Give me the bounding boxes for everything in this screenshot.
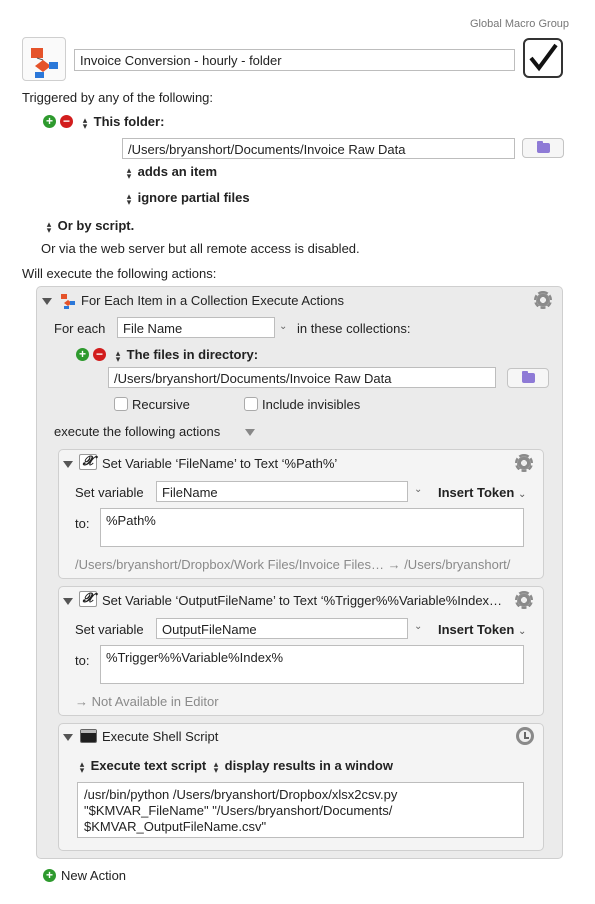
- output-mode-selector[interactable]: ▴ ▾ display results in a window: [211, 758, 393, 775]
- for-each-variable-field[interactable]: File Name: [117, 317, 275, 338]
- execute-shell-script-action: Execute Shell Script ▴ ▾ Execute text scr…: [58, 723, 544, 851]
- execute-actions-label: execute the following actions: [54, 424, 221, 439]
- set-variable-action-2: 𝓧 Set Variable ‘OutputFileName’ to Text …: [58, 586, 544, 716]
- gear-icon[interactable]: [515, 591, 533, 609]
- script-text-area[interactable]: /usr/bin/python /Users/bryanshort/Dropbo…: [77, 782, 524, 838]
- variable-name-field[interactable]: FileName: [156, 481, 408, 502]
- set-variable-2-title: Set Variable ‘OutputFileName’ to Text ‘%…: [102, 593, 503, 608]
- variable-x-icon: 𝓧: [79, 591, 97, 607]
- macro-name-field[interactable]: Invoice Conversion - hourly - folder: [74, 49, 515, 71]
- for-each-title: For Each Item in a Collection Execute Ac…: [81, 293, 345, 308]
- collapse-triangle-icon[interactable]: [245, 429, 255, 436]
- chevron-down-icon[interactable]: ⌄: [279, 321, 287, 332]
- include-invisibles-checkbox[interactable]: [244, 397, 258, 411]
- chevron-down-icon: ⌄: [517, 626, 527, 637]
- to-label: to:: [75, 516, 90, 531]
- variable-name-field[interactable]: OutputFileName: [156, 618, 408, 639]
- to-label: to:: [75, 653, 90, 668]
- set-variable-1-title: Set Variable ‘FileName’ to Text ‘%Path%’: [102, 456, 338, 471]
- variable-x-icon: 𝓧: [79, 454, 97, 470]
- chevron-down-icon: ⌄: [517, 489, 527, 500]
- chevron-down-icon[interactable]: ⌄: [414, 621, 422, 632]
- chevron-down-icon[interactable]: ⌄: [414, 484, 422, 495]
- updown-chevron-icon: ▴ ▾: [46, 218, 52, 235]
- choose-directory-button[interactable]: [507, 368, 549, 388]
- set-variable-label: Set variable: [75, 485, 144, 500]
- clock-gear-icon[interactable]: [516, 727, 534, 745]
- recursive-label: Recursive: [132, 397, 190, 412]
- include-invisibles-label: Include invisibles: [262, 397, 361, 412]
- recursive-checkbox[interactable]: [114, 397, 128, 411]
- ignore-partial-selector[interactable]: ▴ ▾ ignore partial files: [124, 190, 250, 207]
- collapse-triangle-icon[interactable]: [63, 734, 73, 741]
- updown-chevron-icon: ▴ ▾: [126, 164, 132, 181]
- gear-icon[interactable]: [534, 291, 552, 309]
- folder-icon: [537, 141, 550, 153]
- or-by-script-selector[interactable]: ▴ ▾ Or by script.: [44, 218, 134, 235]
- folder-icon: [522, 371, 535, 383]
- collection-type-selector[interactable]: ▴ ▾ The files in directory:: [113, 347, 258, 364]
- flowchart-icon: [31, 48, 58, 78]
- insert-token-button[interactable]: Insert Token ⌄: [438, 485, 526, 500]
- web-server-note: Or via the web server but all remote acc…: [41, 241, 360, 256]
- add-collection-button[interactable]: +: [76, 348, 89, 361]
- value-preview: /Users/bryanshort/Dropbox/Work Files/Inv…: [75, 557, 511, 572]
- trigger-folder-path-field[interactable]: /Users/bryanshort/Documents/Invoice Raw …: [122, 138, 515, 159]
- shell-script-title: Execute Shell Script: [102, 729, 219, 744]
- macro-enabled-checkbox[interactable]: [523, 38, 563, 78]
- collapse-triangle-icon[interactable]: [63, 598, 73, 605]
- set-variable-label: Set variable: [75, 622, 144, 637]
- for-each-label: For each: [54, 321, 106, 336]
- add-trigger-button[interactable]: +: [43, 115, 56, 128]
- updown-chevron-icon: ▴ ▾: [213, 758, 219, 775]
- variable-value-field[interactable]: %Trigger%%Variable%Index%: [100, 645, 524, 684]
- updown-chevron-icon: ▴ ▾: [115, 347, 121, 364]
- choose-folder-button[interactable]: [522, 138, 564, 158]
- script-line: "$KMVAR_FileName" "/Users/bryanshort/Doc…: [84, 803, 393, 818]
- new-action-icon[interactable]: +: [43, 869, 56, 882]
- value-preview: → Not Available in Editor: [75, 694, 219, 709]
- checkmark-icon: [529, 43, 558, 72]
- collapse-triangle-icon[interactable]: [42, 298, 52, 305]
- flowchart-icon: [61, 294, 75, 309]
- remove-collection-button[interactable]: −: [93, 348, 106, 361]
- execute-mode-selector[interactable]: ▴ ▾ Execute text script: [77, 758, 207, 775]
- script-line: $KMVAR_OutputFileName.csv": [84, 819, 267, 834]
- gear-icon[interactable]: [515, 454, 533, 472]
- for-each-action-panel: For Each Item in a Collection Execute Ac…: [36, 286, 563, 859]
- actions-heading: Will execute the following actions:: [22, 266, 217, 281]
- in-collections-label: in these collections:: [297, 321, 411, 336]
- collapse-triangle-icon[interactable]: [63, 461, 73, 468]
- folder-trigger-selector[interactable]: ▴ ▾ This folder:: [80, 114, 165, 131]
- updown-chevron-icon: ▴ ▾: [79, 758, 85, 775]
- updown-chevron-icon: ▴ ▾: [126, 190, 132, 207]
- set-variable-action-1: 𝓧 Set Variable ‘FileName’ to Text ‘%Path…: [58, 449, 544, 579]
- variable-value-field[interactable]: %Path%: [100, 508, 524, 547]
- remove-trigger-button[interactable]: −: [60, 115, 73, 128]
- terminal-icon: [80, 729, 97, 743]
- new-action-button[interactable]: New Action: [61, 868, 126, 883]
- insert-token-button[interactable]: Insert Token ⌄: [438, 622, 526, 637]
- script-line: /usr/bin/python /Users/bryanshort/Dropbo…: [84, 787, 398, 802]
- updown-chevron-icon: ▴ ▾: [82, 114, 88, 131]
- macro-group-label: Global Macro Group: [470, 18, 570, 30]
- triggers-heading: Triggered by any of the following:: [22, 90, 214, 105]
- adds-item-selector[interactable]: ▴ ▾ adds an item: [124, 164, 217, 181]
- macro-icon[interactable]: [22, 37, 66, 81]
- directory-path-field[interactable]: /Users/bryanshort/Documents/Invoice Raw …: [108, 367, 496, 388]
